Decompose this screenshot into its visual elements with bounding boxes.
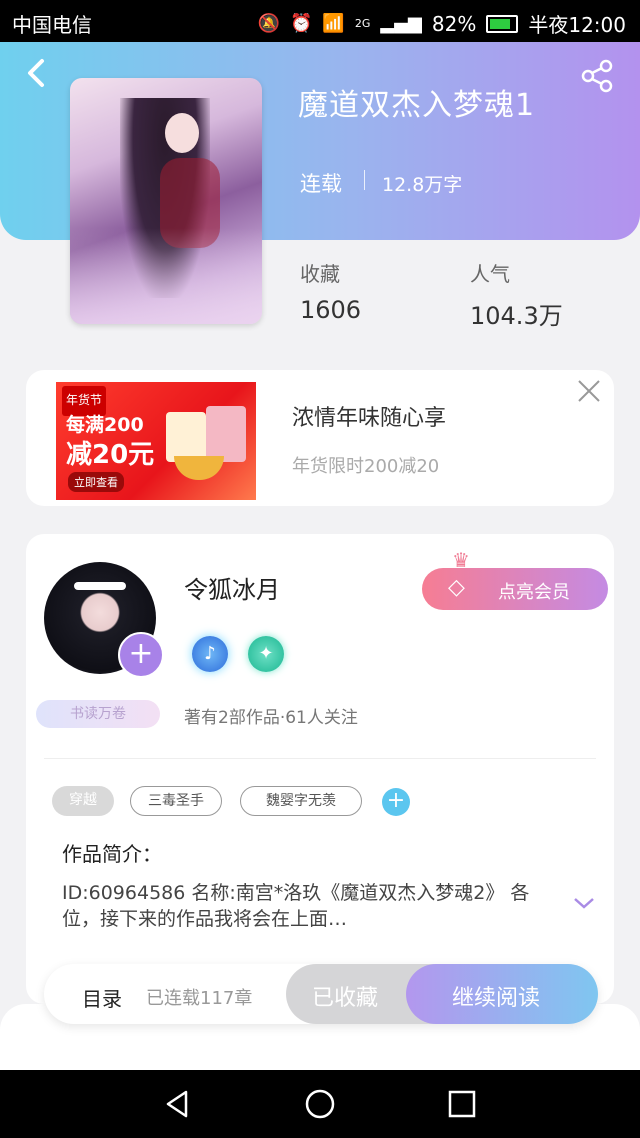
- continue-reading-label: 继续阅读: [452, 986, 541, 1011]
- add-tag-icon[interactable]: +: [382, 788, 410, 816]
- back-icon[interactable]: [22, 55, 52, 91]
- intro-label: 作品简介：: [62, 842, 162, 866]
- chevron-down-icon[interactable]: [572, 892, 596, 917]
- music-medal-icon[interactable]: ♪: [192, 636, 228, 672]
- diamond-icon: ◇: [448, 575, 465, 600]
- book-title: 魔道双杰入梦魂1: [298, 88, 536, 123]
- tag-chip[interactable]: 魏婴字无羡: [240, 786, 362, 816]
- word-count: 12.8万字: [382, 174, 463, 196]
- tag-chip[interactable]: 穿越: [52, 786, 114, 816]
- nav-home-icon[interactable]: [302, 1086, 338, 1122]
- ad-image[interactable]: 年货节 每满200 减20元 立即查看: [56, 382, 256, 500]
- nav-recents-icon[interactable]: [444, 1086, 480, 1122]
- ad-subtitle: 年货限时200减20: [292, 456, 440, 477]
- chapter-count: 已连载117章: [146, 988, 253, 1009]
- wifi-icon: 📶: [322, 13, 345, 34]
- share-icon[interactable]: [578, 58, 618, 94]
- favorites-label: 收藏: [300, 262, 340, 286]
- carrier-label: 中国电信: [12, 13, 92, 37]
- ad-image-line2: 减20元: [66, 440, 155, 470]
- catalog-button[interactable]: 目录: [82, 983, 122, 1012]
- meta-divider: [364, 170, 365, 190]
- nav-back-icon[interactable]: [160, 1086, 196, 1122]
- battery-icon: [486, 14, 519, 33]
- signal-icon: ▂▄▆: [380, 13, 422, 34]
- reader-badge: 书读万卷: [36, 700, 160, 728]
- follow-plus-icon[interactable]: +: [118, 632, 164, 678]
- ad-image-button: 立即查看: [68, 472, 124, 492]
- network-label: 2G: [354, 17, 371, 30]
- vip-button[interactable]: ◇ 点亮会员: [422, 568, 608, 610]
- author-name[interactable]: 令狐冰月: [184, 570, 280, 605]
- tag-chip[interactable]: 三毒圣手: [130, 786, 222, 816]
- ad-image-line1: 每满200: [66, 414, 144, 436]
- vip-button-label: 点亮会员: [498, 582, 570, 603]
- author-stats: 著有2部作品·61人关注: [184, 708, 358, 728]
- book-cover[interactable]: [70, 78, 262, 324]
- continue-reading-button[interactable]: 继续阅读: [406, 964, 598, 1024]
- favorites-value: 1606: [300, 296, 362, 324]
- popularity-label: 人气: [470, 262, 510, 286]
- handshake-medal-icon[interactable]: ✦: [248, 636, 284, 672]
- popularity-value: 104.3万: [470, 302, 563, 330]
- mute-icon: 🔕: [257, 13, 280, 34]
- status-icons: 🔕 ⏰ 📶 2G ▂▄▆ 82% 半夜12:00: [258, 9, 626, 38]
- alarm-icon: ⏰: [290, 13, 313, 34]
- intro-text: ID:60964586 名称:南宫*洛玖《魔道双杰入梦魂2》 各位，接下来的作品…: [62, 882, 530, 930]
- battery-percent: 82%: [431, 11, 477, 36]
- clock: 半夜12:00: [528, 13, 626, 37]
- close-icon[interactable]: [574, 376, 604, 406]
- status-bar: 中国电信 🔕 ⏰ 📶 2G ▂▄▆ 82% 半夜12:00: [0, 0, 640, 42]
- book-status: 连载: [300, 172, 342, 196]
- favorited-label: 已收藏: [312, 986, 379, 1011]
- ad-title: 浓情年味随心享: [292, 406, 447, 431]
- divider: [44, 758, 596, 759]
